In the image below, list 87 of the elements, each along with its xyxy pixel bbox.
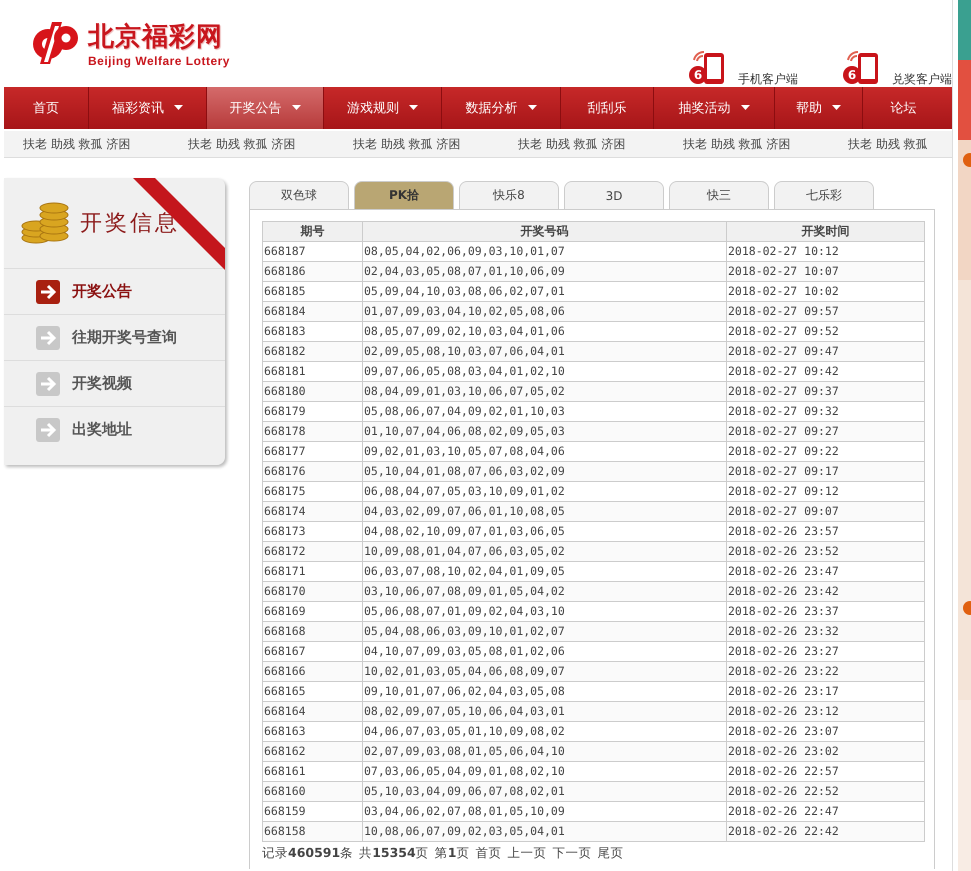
slogan-text: 扶老 助残 救孤 济困 — [517, 136, 626, 152]
slogan-text: 扶老 助残 救孤 济困 — [682, 136, 792, 152]
nav-item[interactable]: 抽奖活动 — [654, 87, 775, 129]
table-cell: 668162 — [262, 742, 362, 762]
sidebar-link[interactable]: 开奖视频 — [4, 361, 225, 407]
page-link[interactable]: 上一页 — [507, 844, 546, 862]
tab[interactable]: 七乐彩 — [774, 181, 874, 209]
table-cell: 08,02,09,07,05,10,06,04,03,01 — [362, 702, 726, 722]
page-info: 记录460591条 — [262, 844, 354, 862]
table-cell: 05,10,04,01,08,07,06,03,02,09 — [362, 462, 726, 482]
nav-item[interactable]: 游戏规则 — [324, 87, 442, 129]
app-link[interactable]: 兑奖客户端 — [892, 72, 952, 86]
page-link[interactable]: 首页 — [475, 844, 502, 862]
table-cell: 668158 — [262, 822, 362, 842]
sidebar-link[interactable]: 往期开奖号查询 — [4, 315, 225, 361]
badge: 6 — [843, 66, 861, 84]
table-cell: 2018-02-27 09:57 — [726, 302, 924, 322]
table-cell: 04,03,02,09,07,06,01,10,08,05 — [362, 502, 726, 522]
table-cell: 668166 — [262, 662, 362, 682]
table-cell: 2018-02-26 22:42 — [726, 822, 924, 842]
slogan-text: 扶老 助残 救孤 济困 — [22, 136, 132, 152]
table-cell: 02,09,05,08,10,03,07,06,04,01 — [362, 342, 726, 362]
table-cell: 668172 — [262, 542, 362, 562]
site-subtitle: Beijing Welfare Lottery — [88, 54, 230, 68]
tab[interactable]: 快三 — [669, 181, 769, 209]
slogan-text: 扶老 助残 救孤 济困 — [352, 136, 462, 152]
sidebar-link[interactable]: 开奖公告 — [4, 269, 225, 315]
table-cell: 668176 — [262, 462, 362, 482]
nav-item[interactable]: 论坛 — [863, 87, 944, 129]
table-cell: 02,07,09,03,08,01,05,06,04,10 — [362, 742, 726, 762]
tab[interactable]: 双色球 — [249, 181, 349, 209]
table-cell: 2018-02-26 23:02 — [726, 742, 924, 762]
table-cell: 10,08,06,07,09,02,03,05,04,01 — [362, 822, 726, 842]
table-cell: 668186 — [262, 262, 362, 282]
nav-item[interactable]: 刮刮乐 — [561, 87, 654, 129]
nav-item[interactable]: 数据分析 — [442, 87, 561, 129]
table-cell: 01,10,07,04,06,08,02,09,05,03 — [362, 422, 726, 442]
nav-item[interactable]: 开奖公告 — [207, 87, 324, 129]
slogan-text: 扶老 助残 救孤 济困 — [187, 136, 296, 152]
table-cell: 2018-02-27 09:17 — [726, 462, 924, 482]
table-cell: 10,09,08,01,04,07,06,03,05,02 — [362, 542, 726, 562]
table-cell: 2018-02-26 23:42 — [726, 582, 924, 602]
page-link[interactable]: 尾页 — [597, 844, 624, 862]
slogan-text: 扶老 助残 救孤 — [847, 136, 928, 152]
tab[interactable]: 3D — [564, 181, 664, 209]
table-cell: 668178 — [262, 422, 362, 442]
table-cell: 02,04,03,05,08,07,01,10,06,09 — [362, 262, 726, 282]
table-cell: 668182 — [262, 342, 362, 362]
table-cell: 05,04,08,06,03,09,10,01,02,07 — [362, 622, 726, 642]
table-cell: 2018-02-27 09:37 — [726, 382, 924, 402]
table-cell: 668160 — [262, 782, 362, 802]
nav-item[interactable]: 帮助 — [775, 87, 863, 129]
table-cell: 05,10,03,04,09,06,07,08,02,01 — [362, 782, 726, 802]
column-header: 开奖时间 — [726, 222, 924, 242]
page-link[interactable]: 下一页 — [552, 844, 592, 862]
table-cell: 03,10,06,07,08,09,01,05,04,02 — [362, 582, 726, 602]
table-cell: 2018-02-26 23:52 — [726, 542, 924, 562]
column-header: 期号 — [262, 222, 362, 242]
table-cell: 10,02,01,03,05,04,06,08,09,07 — [362, 662, 726, 682]
table-cell: 668174 — [262, 502, 362, 522]
nav-item[interactable]: 首页 — [4, 87, 89, 129]
app-link[interactable]: 手机客户端 — [738, 72, 798, 86]
table-cell: 2018-02-27 10:07 — [726, 262, 924, 282]
sidebar-link[interactable]: 出奖地址 — [4, 407, 225, 452]
table-cell: 2018-02-26 23:12 — [726, 702, 924, 722]
coins-icon — [20, 200, 70, 246]
table-cell: 2018-02-27 09:27 — [726, 422, 924, 442]
table-cell: 668184 — [262, 302, 362, 322]
tab[interactable]: PK拾 — [354, 181, 454, 209]
page-info: 共15354页 — [359, 844, 429, 862]
table-cell: 08,04,09,01,03,10,06,07,05,02 — [362, 382, 726, 402]
table-cell: 2018-02-27 09:47 — [726, 342, 924, 362]
table-cell: 2018-02-26 23:22 — [726, 662, 924, 682]
column-header: 开奖号码 — [362, 222, 726, 242]
table-cell: 668168 — [262, 622, 362, 642]
table-cell: 668170 — [262, 582, 362, 602]
table-cell: 668164 — [262, 702, 362, 722]
badge: 6 — [689, 66, 707, 84]
table-cell: 01,07,09,03,04,10,02,05,08,06 — [362, 302, 726, 322]
site-title: 北京福彩网 — [88, 20, 224, 54]
page-info: 第1页 — [434, 844, 470, 862]
tab[interactable]: 快乐8 — [459, 181, 559, 209]
table-cell: 668180 — [262, 382, 362, 402]
table-cell: 2018-02-26 22:52 — [726, 782, 924, 802]
sidebar-title: 开奖信息 — [80, 210, 180, 238]
table-cell: 2018-02-27 09:07 — [726, 502, 924, 522]
table-cell: 2018-02-26 23:32 — [726, 622, 924, 642]
